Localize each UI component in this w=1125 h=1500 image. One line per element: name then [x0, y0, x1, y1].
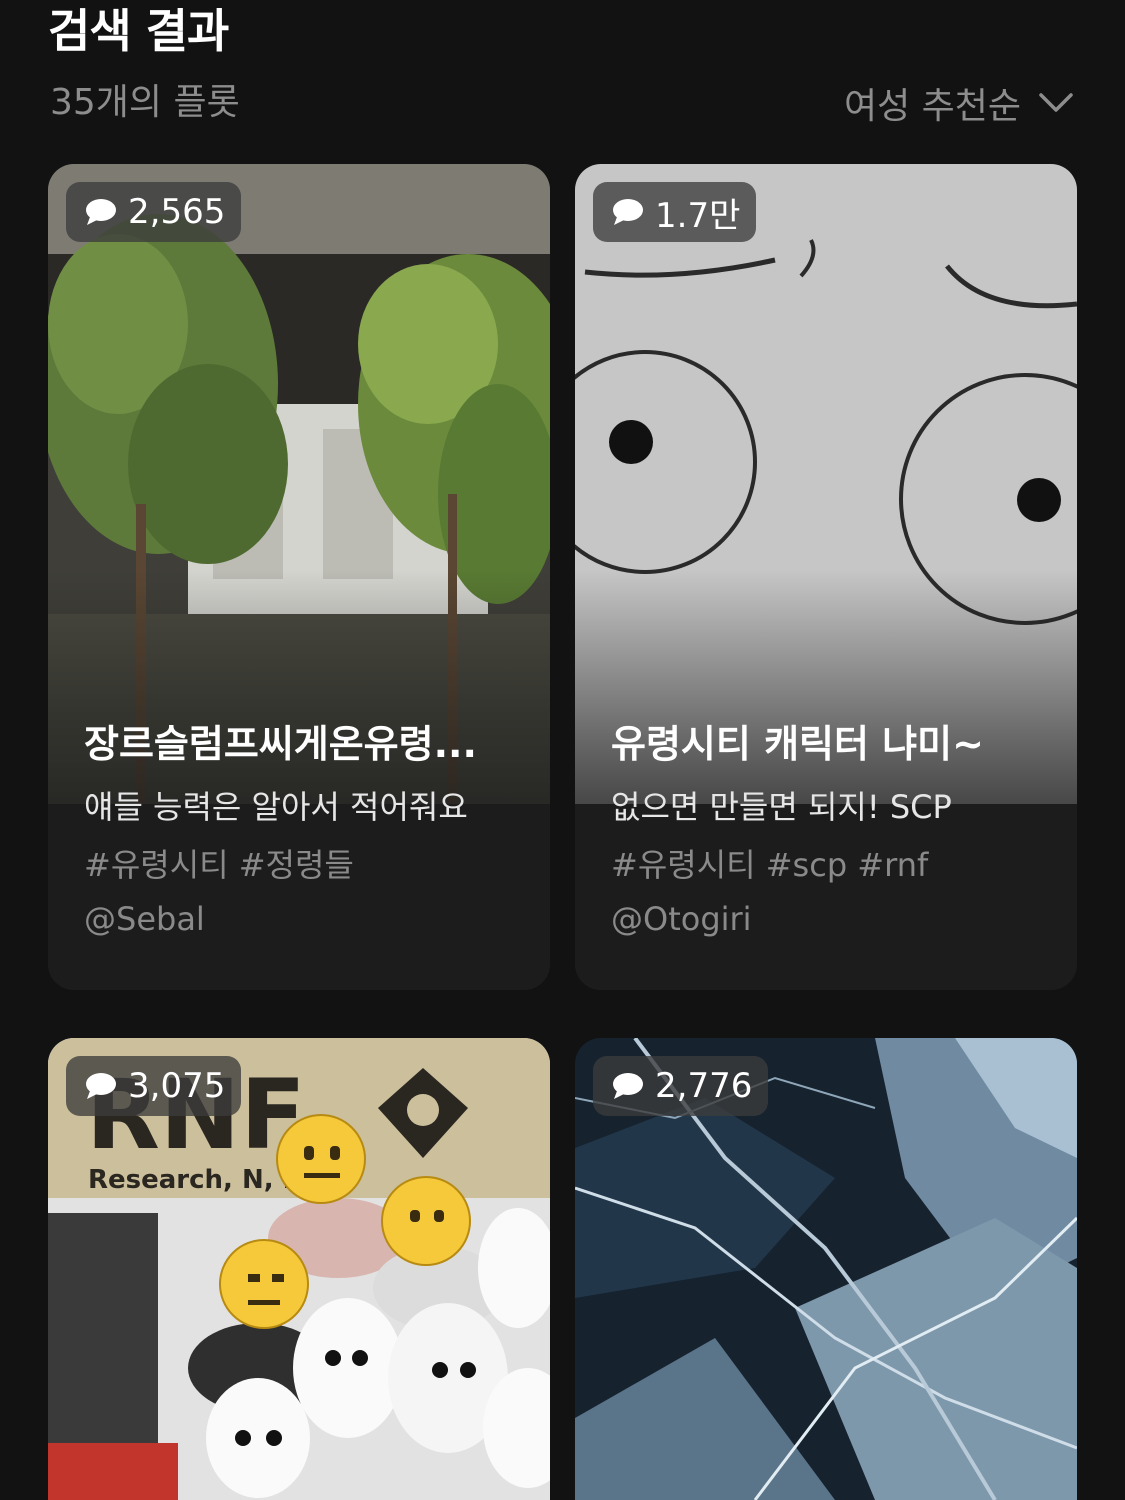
comment-badge: 2,776	[593, 1056, 769, 1116]
sort-dropdown[interactable]: 여성 추천순	[844, 78, 1073, 128]
card-author[interactable]: @Otogiri	[611, 896, 1047, 942]
speech-bubble-icon	[84, 197, 118, 227]
speech-bubble-icon	[611, 1071, 645, 1101]
chevron-down-icon	[1039, 93, 1073, 113]
card-description: 없으면 만들면 되지! SCP	[611, 788, 952, 826]
plot-card[interactable]: 1.7만 유령시티 캐릭터 냐미~ 없으면 만들면 되지! SCP #유령시티 …	[575, 164, 1077, 990]
comment-badge: 2,565	[66, 182, 242, 242]
page-title: 검색 결과	[48, 4, 229, 58]
plot-card[interactable]: 2,565 장르슬럼프씨게온유령... 얘들 능력은 알아서 적어줘요 #유령시…	[48, 164, 550, 990]
comment-count: 2,776	[655, 1066, 753, 1106]
comment-count: 2,565	[128, 192, 226, 232]
speech-bubble-icon	[84, 1071, 118, 1101]
card-title: 장르슬럼프씨게온유령...	[84, 722, 477, 766]
card-description: 얘들 능력은 알아서 적어줘요	[84, 788, 468, 826]
comment-count: 1.7만	[655, 195, 741, 236]
card-title: 유령시티 캐릭터 냐미~	[611, 722, 984, 766]
plot-card[interactable]: RNF Research, N, Filin	[48, 1038, 550, 1500]
card-author[interactable]: @Sebal	[84, 896, 520, 942]
card-tags: #유령시티 #scp #rnf	[611, 846, 929, 884]
comment-badge: 3,075	[66, 1056, 242, 1116]
plot-card[interactable]: 2,776	[575, 1038, 1077, 1500]
card-tags: #유령시티 #정령들	[84, 846, 354, 884]
comment-badge: 1.7만	[593, 182, 757, 242]
result-count: 35개의 플롯	[50, 82, 240, 123]
comment-count: 3,075	[128, 1066, 226, 1106]
speech-bubble-icon	[611, 197, 645, 227]
sort-label: 여성 추천순	[843, 86, 1021, 127]
